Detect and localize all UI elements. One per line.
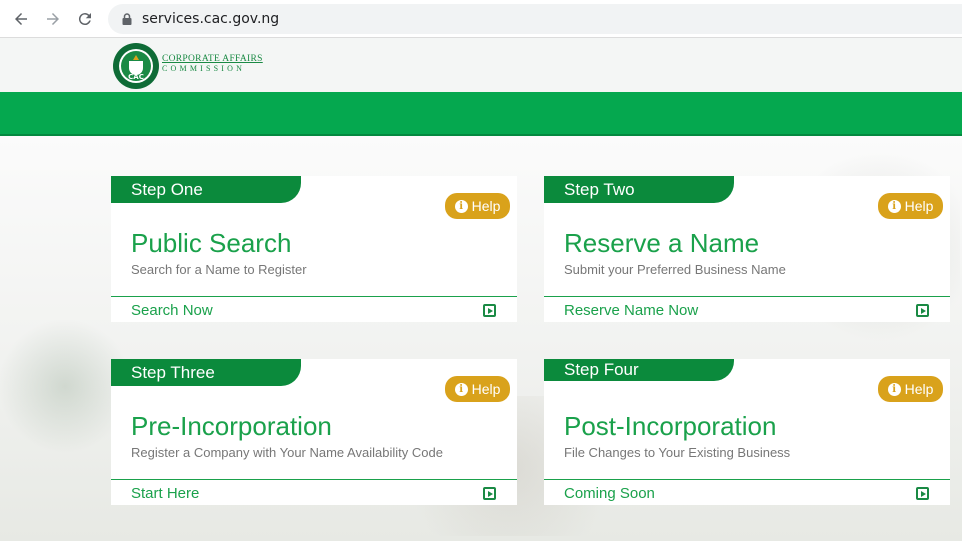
card-title: Reserve a Name bbox=[564, 228, 760, 258]
back-arrow-icon bbox=[15, 13, 27, 25]
help-button[interactable]: i Help bbox=[878, 376, 943, 402]
reload-icon bbox=[78, 13, 91, 26]
help-label: Help bbox=[471, 381, 501, 397]
info-icon: i bbox=[887, 199, 901, 213]
lock-icon bbox=[122, 13, 132, 25]
card-subtitle: Submit your Preferred Business Name bbox=[564, 262, 786, 277]
reload-button[interactable] bbox=[74, 8, 96, 30]
step-card-post-incorporation: Step Four i Help Post-Incorporation File… bbox=[544, 359, 950, 505]
green-navbar bbox=[0, 92, 962, 136]
play-icon[interactable] bbox=[916, 487, 929, 500]
card-title: Post-Incorporation bbox=[564, 411, 777, 441]
info-icon: i bbox=[887, 382, 901, 396]
forward-arrow-icon bbox=[47, 13, 59, 25]
divider bbox=[544, 479, 950, 480]
url-text: services.cac.gov.ng bbox=[142, 11, 280, 27]
step-label: Step Four bbox=[544, 359, 734, 381]
card-title: Public Search bbox=[131, 228, 292, 258]
step-card-public-search: Step One i Help Public Search Search for… bbox=[111, 176, 517, 322]
help-label: Help bbox=[904, 381, 934, 397]
step-label: Step One bbox=[111, 176, 301, 203]
divider bbox=[111, 296, 517, 297]
step-label: Step Two bbox=[544, 176, 734, 203]
help-label: Help bbox=[471, 198, 501, 214]
coming-soon-link[interactable]: Coming Soon bbox=[564, 485, 655, 502]
card-title: Pre-Incorporation bbox=[131, 411, 332, 441]
cac-seal-logo[interactable]: CAC bbox=[112, 42, 160, 90]
step-label: Step Three bbox=[111, 359, 301, 386]
step-card-pre-incorporation: Step Three i Help Pre-Incorporation Regi… bbox=[111, 359, 517, 505]
card-subtitle: Register a Company with Your Name Availa… bbox=[131, 445, 443, 460]
step-card-reserve-name: Step Two i Help Reserve a Name Submit yo… bbox=[544, 176, 950, 322]
back-button[interactable] bbox=[10, 8, 32, 30]
help-button[interactable]: i Help bbox=[445, 193, 510, 219]
help-label: Help bbox=[904, 198, 934, 214]
help-button[interactable]: i Help bbox=[445, 376, 510, 402]
address-bar[interactable]: services.cac.gov.ng bbox=[108, 4, 962, 34]
info-icon: i bbox=[454, 382, 468, 396]
logo-wordmark: CORPORATE AFFAIRS COMMISSION bbox=[162, 54, 263, 74]
reserve-name-now-link[interactable]: Reserve Name Now bbox=[564, 302, 698, 319]
help-button[interactable]: i Help bbox=[878, 193, 943, 219]
play-icon[interactable] bbox=[916, 304, 929, 317]
divider bbox=[544, 296, 950, 297]
card-subtitle: Search for a Name to Register bbox=[131, 262, 307, 277]
logo-line1: CORPORATE AFFAIRS bbox=[162, 54, 263, 64]
forward-button[interactable] bbox=[42, 8, 64, 30]
play-icon[interactable] bbox=[483, 487, 496, 500]
browser-toolbar: services.cac.gov.ng bbox=[0, 0, 962, 38]
search-now-link[interactable]: Search Now bbox=[131, 302, 213, 319]
logo-line2: COMMISSION bbox=[162, 64, 246, 73]
info-icon: i bbox=[454, 199, 468, 213]
card-subtitle: File Changes to Your Existing Business bbox=[564, 445, 791, 460]
seal-text: CAC bbox=[128, 73, 144, 81]
play-icon[interactable] bbox=[483, 304, 496, 317]
start-here-link[interactable]: Start Here bbox=[131, 485, 199, 502]
divider bbox=[111, 479, 517, 480]
site-header: CAC CORPORATE AFFAIRS COMMISSION bbox=[0, 38, 962, 92]
